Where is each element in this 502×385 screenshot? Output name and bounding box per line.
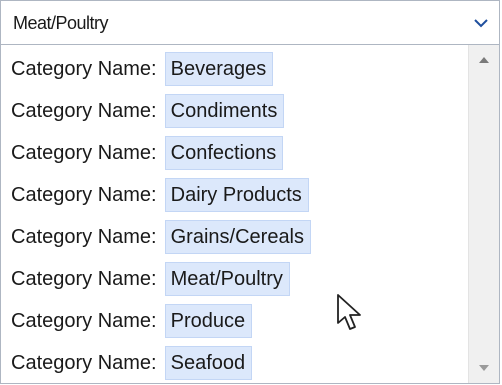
mouse-pointer-icon xyxy=(336,293,366,333)
list-item-value: Beverages xyxy=(164,52,274,86)
list-item-value: Meat/Poultry xyxy=(164,262,290,296)
list-items-container: Category Name: Beverages Category Name: … xyxy=(1,45,466,385)
list-item-value: Produce xyxy=(164,304,253,338)
vertical-scrollbar[interactable] xyxy=(468,45,499,383)
chevron-down-icon[interactable] xyxy=(467,8,495,38)
category-combobox[interactable]: Meat/Poultry xyxy=(0,0,500,45)
list-item-value: Seafood xyxy=(164,346,253,380)
combobox-selected-value: Meat/Poultry xyxy=(13,13,109,33)
list-item-label: Category Name: xyxy=(11,141,157,164)
list-item[interactable]: Category Name: Produce xyxy=(11,303,253,339)
list-item-label: Category Name: xyxy=(11,183,157,206)
list-item-label: Category Name: xyxy=(11,267,157,290)
list-item-value: Condiments xyxy=(164,94,285,128)
list-item[interactable]: Category Name: Condiments xyxy=(11,93,285,129)
scroll-down-arrow-icon[interactable] xyxy=(469,353,499,383)
list-item-value: Dairy Products xyxy=(164,178,309,212)
list-item-label: Category Name: xyxy=(11,351,157,374)
list-item-value: Grains/Cereals xyxy=(164,220,312,254)
list-item-label: Category Name: xyxy=(11,225,157,248)
list-item-label: Category Name: xyxy=(11,57,157,80)
dropdown-list: Category Name: Beverages Category Name: … xyxy=(0,44,500,384)
list-item-value: Confections xyxy=(164,136,284,170)
list-item[interactable]: Category Name: Meat/Poultry xyxy=(11,261,290,297)
list-item-label: Category Name: xyxy=(11,99,157,122)
list-item[interactable]: Category Name: Beverages xyxy=(11,51,274,87)
scroll-up-arrow-icon[interactable] xyxy=(469,45,499,75)
list-item-label: Category Name: xyxy=(11,309,157,332)
list-item[interactable]: Category Name: Seafood xyxy=(11,345,253,381)
list-item[interactable]: Category Name: Grains/Cereals xyxy=(11,219,312,255)
list-item[interactable]: Category Name: Dairy Products xyxy=(11,177,309,213)
list-item[interactable]: Category Name: Confections xyxy=(11,135,284,171)
